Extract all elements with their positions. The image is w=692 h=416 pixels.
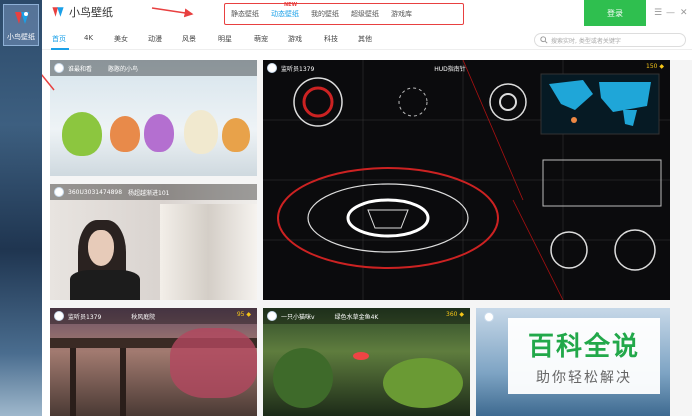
bird-image [222, 118, 250, 152]
pillar [120, 348, 126, 416]
coin-icon: ◆ [459, 311, 464, 318]
card-author: 监听员1379 [68, 313, 102, 321]
coin-count: 150 ◆ [646, 63, 664, 70]
coin-value: 150 [646, 63, 658, 70]
card-author: 谁最和看 [68, 65, 93, 73]
fish-image [353, 352, 369, 360]
curtain-image [160, 204, 257, 300]
autumn-tree [170, 328, 257, 398]
tab-my-wallpaper[interactable]: 我的壁纸 [305, 9, 345, 19]
minimize-icon[interactable]: — [666, 8, 675, 18]
aquarium-plant [273, 348, 333, 408]
avatar [54, 63, 64, 73]
category-scenery[interactable]: 风景 [182, 34, 196, 44]
category-games[interactable]: 游戏 [288, 34, 302, 44]
coin-value: 360 [446, 311, 458, 318]
portrait-shirt [70, 270, 140, 300]
desktop-shortcut[interactable]: 小鸟壁纸 [3, 4, 39, 46]
card-title: HUD指南针 [434, 65, 466, 73]
category-tech[interactable]: 科技 [324, 34, 338, 44]
coin-icon: ◆ [659, 63, 664, 70]
avatar [267, 63, 277, 73]
card-author: 一只小猫咪v [281, 313, 315, 321]
coin-icon: ◆ [246, 311, 251, 318]
brand: 小鸟壁纸 [50, 4, 113, 20]
close-icon[interactable]: ✕ [680, 8, 688, 18]
tab-super-wallpaper[interactable]: 超级壁纸 [345, 9, 385, 19]
category-star[interactable]: 明星 [218, 34, 232, 44]
card-title: 杨超越渐进101 [128, 189, 170, 197]
card-author: 360U3031474898 [68, 188, 123, 196]
watermark-subtitle: 助你轻松解决 [536, 369, 632, 386]
card-title: 绿色水草金鱼4K [334, 313, 379, 321]
wallpaper-card[interactable]: 监听员1379 秋风庭院 95 ◆ [50, 308, 257, 416]
tab-dynamic-wallpaper-label: 动态壁纸 [271, 10, 299, 18]
card-meta: 谁最和看 憨憨的小鸟 [50, 60, 257, 76]
avatar [54, 311, 64, 321]
coin-count: 95 ◆ [237, 311, 251, 318]
card-author: 监听员1379 [281, 65, 315, 73]
pillar [70, 348, 76, 416]
active-category-underline [51, 48, 69, 50]
watermark-title: 百科全说 [527, 331, 640, 362]
aquarium-plant [383, 358, 463, 408]
bird-image [62, 112, 102, 156]
category-pets[interactable]: 萌宠 [254, 34, 268, 44]
coin-value: 95 [236, 311, 245, 318]
search-icon [540, 36, 548, 44]
card-title: 秋风庭院 [131, 313, 156, 321]
coin-count: 360 ◆ [446, 311, 464, 318]
card-meta: 360U3031474898 杨超越渐进101 [50, 184, 257, 200]
bird-image [144, 114, 174, 152]
wallpaper-card[interactable]: 360U3031474898 杨超越渐进101 [50, 184, 257, 300]
app-logo-icon [52, 7, 64, 17]
desktop-shortcut-label: 小鸟壁纸 [7, 33, 35, 41]
search-placeholder: 搜索实时, 类型或者关键字 [551, 37, 621, 45]
category-beauty[interactable]: 美女 [114, 34, 128, 44]
bird-image [110, 116, 140, 152]
avatar [484, 312, 494, 322]
bird-image [184, 110, 218, 154]
desktop-background: 小鸟壁纸 [0, 0, 42, 416]
avatar [267, 311, 277, 321]
top-tabs: 静态壁纸 动态壁纸 NEW 我的壁纸 超级壁纸 游戏库 [224, 2, 464, 25]
watermark: 百科全说 助你轻松解决 [508, 318, 660, 394]
hud-compass-image [263, 60, 670, 300]
card-meta: 一只小猫咪v 绿色水草金鱼4K 360 ◆ [263, 308, 470, 324]
menu-icon[interactable]: ☰ [654, 8, 662, 18]
login-button[interactable]: 登录 [584, 0, 646, 26]
card-meta: 监听员1379 秋风庭院 95 ◆ [50, 308, 257, 324]
category-other[interactable]: 其他 [358, 34, 372, 44]
tab-dynamic-wallpaper[interactable]: 动态壁纸 NEW [265, 2, 305, 19]
card-title: 憨憨的小鸟 [108, 65, 139, 73]
search-input[interactable]: 搜索实时, 类型或者关键字 [534, 33, 686, 47]
new-badge: NEW [284, 2, 298, 8]
tab-game-library[interactable]: 游戏库 [385, 9, 418, 19]
app-window: 小鸟壁纸 静态壁纸 动态壁纸 NEW 我的壁纸 超级壁纸 游戏库 登录 ☰ — … [42, 0, 692, 416]
wallpaper-card-featured[interactable]: 监听员1379 HUD指南针 150 ◆ [263, 60, 670, 300]
wallpaper-card[interactable]: 一只小猫咪v 绿色水草金鱼4K 360 ◆ [263, 308, 470, 416]
app-name: 小鸟壁纸 [69, 6, 113, 19]
title-bar: 小鸟壁纸 静态壁纸 动态壁纸 NEW 我的壁纸 超级壁纸 游戏库 登录 ☰ — … [42, 0, 692, 26]
wallpaper-card[interactable]: 谁最和看 憨憨的小鸟 [50, 60, 257, 176]
category-home[interactable]: 首页 [52, 34, 66, 44]
category-4k[interactable]: 4K [84, 34, 93, 42]
card-meta: 监听员1379 HUD指南针 150 ◆ [263, 60, 670, 76]
app-logo-icon [15, 12, 29, 24]
category-anime[interactable]: 动漫 [148, 34, 162, 44]
avatar [54, 187, 64, 197]
tab-static-wallpaper[interactable]: 静态壁纸 [225, 9, 265, 19]
portrait-face [88, 230, 114, 266]
